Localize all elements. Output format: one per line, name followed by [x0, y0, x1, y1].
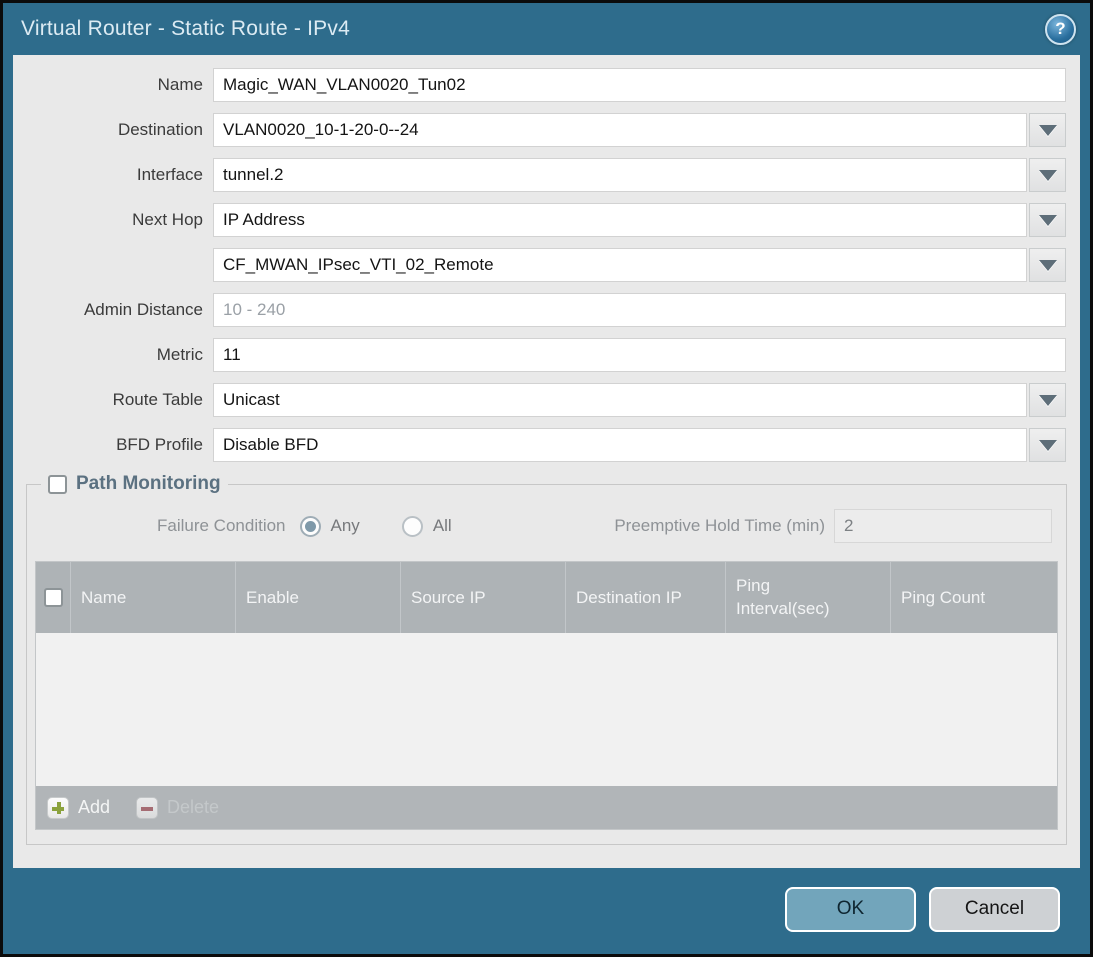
- interface-input[interactable]: [213, 158, 1027, 192]
- table-header-select-all: [36, 562, 70, 633]
- delete-button[interactable]: Delete: [136, 797, 219, 819]
- column-header-ping-interval[interactable]: Ping Interval(sec): [725, 562, 890, 633]
- path-monitoring-table: Name Enable Source IP Destination IP Pin…: [35, 561, 1058, 830]
- cancel-button[interactable]: Cancel: [929, 887, 1060, 932]
- delete-minus-icon: [136, 797, 158, 819]
- chevron-down-icon: [1039, 260, 1057, 271]
- column-header-label: Name: [81, 588, 126, 608]
- metric-input[interactable]: [213, 338, 1066, 372]
- dialog-content: Name Destination Interface Next Hop: [13, 55, 1080, 868]
- table-body-empty: [36, 633, 1057, 786]
- path-monitoring-legend: Path Monitoring: [41, 473, 228, 495]
- column-header-destination-ip[interactable]: Destination IP: [565, 562, 725, 633]
- interface-dropdown-button[interactable]: [1029, 158, 1066, 192]
- help-icon[interactable]: ?: [1045, 14, 1076, 45]
- column-header-enable[interactable]: Enable: [235, 562, 400, 633]
- form-row-next-hop-address: [13, 248, 1066, 282]
- add-button-label: Add: [78, 797, 110, 818]
- failure-condition-all-radio[interactable]: [402, 516, 423, 537]
- add-button[interactable]: Add: [47, 797, 110, 819]
- form-row-next-hop: Next Hop: [13, 203, 1066, 237]
- form-row-name: Name: [13, 68, 1066, 102]
- dialog-footer: OK Cancel: [3, 868, 1090, 954]
- form-row-route-table: Route Table: [13, 383, 1066, 417]
- chevron-down-icon: [1039, 170, 1057, 181]
- next-hop-type-dropdown-button[interactable]: [1029, 203, 1066, 237]
- dialog-title: Virtual Router - Static Route - IPv4: [21, 17, 350, 41]
- failure-condition-label: Failure Condition: [157, 516, 286, 536]
- preemptive-hold-time-label: Preemptive Hold Time (min): [614, 516, 825, 536]
- all-radio-label: All: [433, 516, 452, 536]
- chevron-down-icon: [1039, 440, 1057, 451]
- route-table-label: Route Table: [13, 390, 213, 410]
- table-footer-toolbar: Add Delete: [36, 786, 1057, 829]
- admin-distance-input[interactable]: [213, 293, 1066, 327]
- interface-label: Interface: [13, 165, 213, 185]
- preemptive-hold-time-input[interactable]: [834, 509, 1052, 543]
- dialog-titlebar: Virtual Router - Static Route - IPv4 ?: [3, 3, 1090, 55]
- name-label: Name: [13, 75, 213, 95]
- next-hop-address-dropdown-button[interactable]: [1029, 248, 1066, 282]
- bfd-profile-dropdown-button[interactable]: [1029, 428, 1066, 462]
- destination-label: Destination: [13, 120, 213, 140]
- failure-condition-any-radio[interactable]: [300, 516, 321, 537]
- form-row-interface: Interface: [13, 158, 1066, 192]
- table-header-row: Name Enable Source IP Destination IP Pin…: [36, 562, 1057, 633]
- bfd-profile-label: BFD Profile: [13, 435, 213, 455]
- metric-label: Metric: [13, 345, 213, 365]
- path-monitoring-checkbox[interactable]: [48, 475, 67, 494]
- column-header-label: Destination IP: [576, 588, 682, 608]
- column-header-label: Ping Count: [901, 588, 985, 608]
- name-input[interactable]: [213, 68, 1066, 102]
- select-all-checkbox[interactable]: [44, 588, 63, 607]
- route-table-dropdown-button[interactable]: [1029, 383, 1066, 417]
- next-hop-address-input[interactable]: [213, 248, 1027, 282]
- ok-button[interactable]: OK: [785, 887, 916, 932]
- column-header-label: Enable: [246, 588, 299, 608]
- form-row-destination: Destination: [13, 113, 1066, 147]
- path-monitoring-section: Path Monitoring Failure Condition Any Al…: [26, 473, 1067, 845]
- next-hop-label: Next Hop: [13, 210, 213, 230]
- form-row-admin-distance: Admin Distance: [13, 293, 1066, 327]
- bfd-profile-input[interactable]: [213, 428, 1027, 462]
- route-table-input[interactable]: [213, 383, 1027, 417]
- static-route-dialog: Virtual Router - Static Route - IPv4 ? N…: [0, 0, 1093, 957]
- column-header-name[interactable]: Name: [70, 562, 235, 633]
- destination-input[interactable]: [213, 113, 1027, 147]
- form-row-metric: Metric: [13, 338, 1066, 372]
- any-radio-label: Any: [331, 516, 360, 536]
- column-header-label: Source IP: [411, 588, 486, 608]
- column-header-label: Ping Interval(sec): [736, 575, 846, 621]
- destination-dropdown-button[interactable]: [1029, 113, 1066, 147]
- chevron-down-icon: [1039, 125, 1057, 136]
- chevron-down-icon: [1039, 215, 1057, 226]
- delete-button-label: Delete: [167, 797, 219, 818]
- chevron-down-icon: [1039, 395, 1057, 406]
- form-row-bfd-profile: BFD Profile: [13, 428, 1066, 462]
- admin-distance-label: Admin Distance: [13, 300, 213, 320]
- column-header-ping-count[interactable]: Ping Count: [890, 562, 1057, 633]
- help-glyph: ?: [1055, 19, 1065, 39]
- failure-condition-row: Failure Condition Any All Preemptive Hol…: [35, 509, 1058, 543]
- next-hop-type-input[interactable]: [213, 203, 1027, 237]
- path-monitoring-title: Path Monitoring: [76, 473, 221, 495]
- column-header-source-ip[interactable]: Source IP: [400, 562, 565, 633]
- add-plus-icon: [47, 797, 69, 819]
